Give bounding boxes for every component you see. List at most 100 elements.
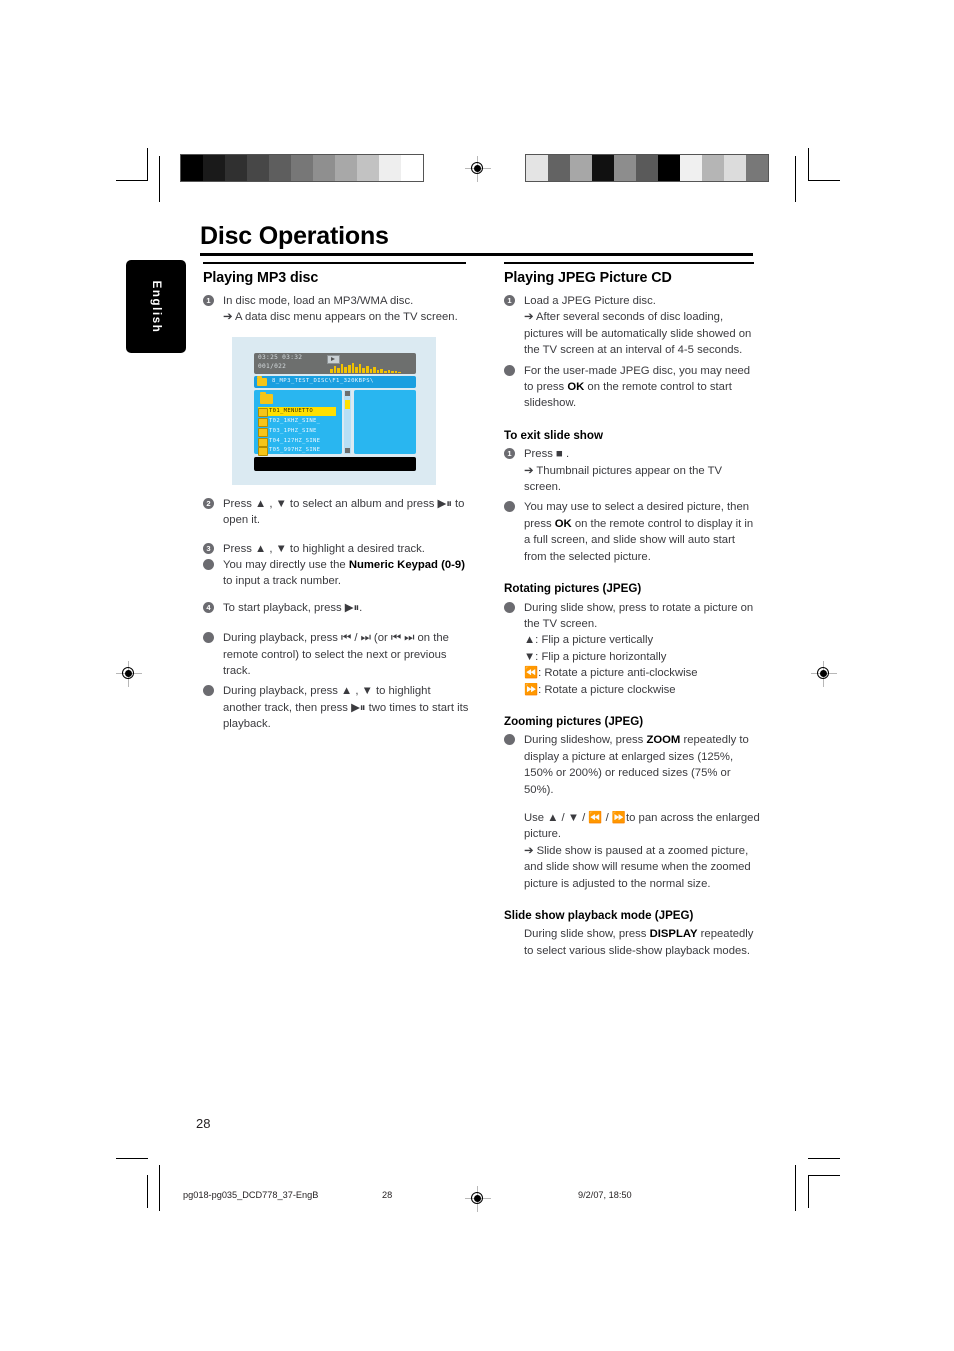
list-item: 2 Press ▲ , ▼ to select an album and pre… — [203, 496, 471, 529]
registration-mark-top — [465, 156, 491, 182]
list-item: T04_127HZ_SINE — [258, 437, 340, 448]
page-number: 28 — [196, 1116, 211, 1131]
tv-browser: T01_MENUETTO T02_1KHZ_SINE_ T03_1PHZ_SIN… — [254, 390, 416, 457]
bullet-text-bold: OK — [554, 517, 572, 530]
step-marker: 1 — [504, 295, 515, 306]
registration-mark-left — [116, 661, 142, 687]
bullet-marker — [504, 601, 515, 613]
list-item: During playback, press ⏮ / ⏭ (or ⏮ ⏭ on … — [203, 630, 471, 679]
right-column: Playing JPEG Picture CD 1 Load a JPEG Pi… — [504, 262, 760, 959]
tv-path-text: 8_MP3_TEST_DISC\F1_320KBPS\ — [272, 378, 374, 384]
equalizer-icon — [330, 362, 408, 373]
crop-mark-bottom-left-v — [147, 1175, 148, 1208]
crop-mark-bottom-right-v — [808, 1175, 809, 1208]
track-label: T01_MENUETTO — [269, 407, 314, 414]
slideshow-mode-text: During slide show, press DISPLAY repeate… — [504, 926, 760, 959]
tv-path-bar: 8_MP3_TEST_DISC\F1_320KBPS\ — [254, 376, 416, 388]
track-label: T03_1PHZ_SINE — [269, 427, 317, 434]
registration-mark-right — [811, 661, 837, 687]
crop-mark-bottom-right-h — [808, 1158, 840, 1159]
crop-mark-top-left-h — [116, 180, 148, 181]
pan-text: Use ▲ / ▼ / ⏪ / ⏩to pan across the enlar… — [524, 811, 760, 841]
color-bar-left — [180, 154, 424, 182]
list-item: You may use to select a desired picture,… — [504, 499, 760, 565]
step-text: In disc mode, load an MP3/WMA disc. — [223, 295, 414, 307]
rotating-pictures-heading: Rotating pictures (JPEG) — [504, 582, 642, 596]
right-section-heading: Playing JPEG Picture CD — [504, 269, 672, 286]
step-marker: 2 — [203, 497, 214, 509]
bullet-marker — [203, 559, 214, 571]
tv-footer-bar — [254, 457, 416, 471]
scroll-up-icon — [345, 391, 350, 396]
slideshow-text-pre: During slide show, press — [524, 928, 650, 941]
left-column-divider — [203, 262, 466, 264]
list-item: During slideshow, press ZOOM repeatedly … — [504, 732, 760, 798]
footer-page: 28 — [382, 1190, 393, 1200]
list-item: T01_MENUETTO — [258, 407, 336, 418]
crop-mark-top-left-v — [147, 148, 148, 181]
crop-mark-top-right-v — [808, 148, 809, 181]
tv-track-counter: 001/022 — [258, 363, 287, 370]
rotate-option: ⏪: Rotate a picture anti-clockwise — [524, 667, 698, 680]
bullet-marker — [203, 632, 214, 644]
track-label: T02_1KHZ_SINE_ — [269, 417, 321, 424]
list-item: T05_997HZ_SINE — [258, 446, 340, 457]
crop-mark-top-right-v2 — [795, 156, 796, 202]
language-tab-label: English — [150, 280, 162, 333]
tv-scrollbar — [344, 390, 351, 454]
bullet-marker — [504, 501, 515, 513]
tv-status-bar: 03:25 03:32 001/022 — [254, 353, 416, 374]
list-item: 4 To start playback, press ▶⏸. — [203, 600, 471, 616]
scroll-down-icon — [345, 448, 350, 453]
title-divider — [200, 253, 753, 256]
crop-mark-bottom-left-h — [116, 1158, 148, 1159]
tv-track-list: T01_MENUETTO T02_1KHZ_SINE_ T03_1PHZ_SIN… — [254, 390, 342, 457]
right-column-divider — [504, 262, 754, 264]
zooming-pictures-heading: Zooming pictures (JPEG) — [504, 714, 644, 728]
list-item: 1 Press ■ . ➔ Thumbnail pictures appear … — [504, 446, 760, 495]
list-item: 3 Press ▲ , ▼ to highlight a desired tra… — [203, 541, 471, 557]
slideshow-mode-heading: Slide show playback mode (JPEG) — [504, 909, 694, 922]
bullet-text: During playback, press ▲ , ▼ to highligh… — [223, 685, 469, 731]
crop-mark-top-right-h — [808, 180, 840, 181]
step-marker: 1 — [504, 448, 515, 460]
bullet-marker — [504, 734, 515, 746]
step-text: Press ▲ , ▼ to select an album and press… — [223, 497, 465, 527]
bullet-text: During slide show, press to rotate a pic… — [524, 601, 754, 630]
crop-mark-top-left-v2 — [159, 156, 160, 202]
step-text: Load a JPEG Picture disc. — [524, 295, 656, 307]
list-item: For the user-made JPEG disc, you may nee… — [504, 363, 760, 412]
step-text: To start playback, press ▶⏸. — [223, 601, 363, 614]
list-item: You may directly use the Numeric Keypad … — [203, 557, 471, 590]
printed-page: English Disc Operations Playing MP3 disc… — [0, 0, 954, 1351]
list-item: During slide show, press to rotate a pic… — [504, 600, 760, 698]
footer-timestamp: 9/2/07, 18:50 — [578, 1190, 632, 1200]
step-subtext: ➔ After several seconds of disc loading,… — [524, 311, 752, 357]
step-subtext: ➔ A data disc menu appears on the TV scr… — [223, 311, 458, 324]
left-column: Playing MP3 disc 1 In disc mode, load an… — [203, 262, 471, 737]
bullet-text-pre: During slideshow, press — [524, 734, 647, 747]
left-section-heading: Playing MP3 disc — [203, 269, 319, 286]
list-item: T03_1PHZ_SINE — [258, 427, 340, 438]
list-item: During playback, press ▲ , ▼ to highligh… — [203, 683, 471, 732]
pan-subtext: ➔ Slide show is paused at a zoomed pictu… — [524, 844, 751, 890]
folder-up-icon — [260, 391, 273, 404]
tv-screen: 03:25 03:32 001/022 8_MP3_TEST_DISC\F1_3… — [254, 353, 416, 471]
color-bar-right — [525, 154, 769, 182]
step-marker: 4 — [203, 601, 214, 613]
track-label: T05_997HZ_SINE — [269, 446, 321, 453]
exit-slideshow-heading: To exit slide show — [504, 428, 603, 442]
step-subtext: ➔ Thumbnail pictures appear on the TV sc… — [524, 464, 723, 494]
audio-file-icon — [258, 427, 268, 438]
scroll-thumb — [345, 400, 350, 409]
bullet-text-pre: You may directly use the — [223, 559, 349, 572]
list-item: 1 In disc mode, load an MP3/WMA disc. ➔ … — [203, 293, 471, 326]
crop-mark-bottom-left-v2 — [159, 1165, 160, 1211]
rotate-option: ▲: Flip a picture vertically — [524, 634, 654, 647]
language-tab: English — [126, 260, 186, 353]
folder-icon — [257, 376, 267, 386]
crop-mark-bottom-right-h2 — [808, 1175, 840, 1176]
bullet-marker — [203, 685, 214, 697]
